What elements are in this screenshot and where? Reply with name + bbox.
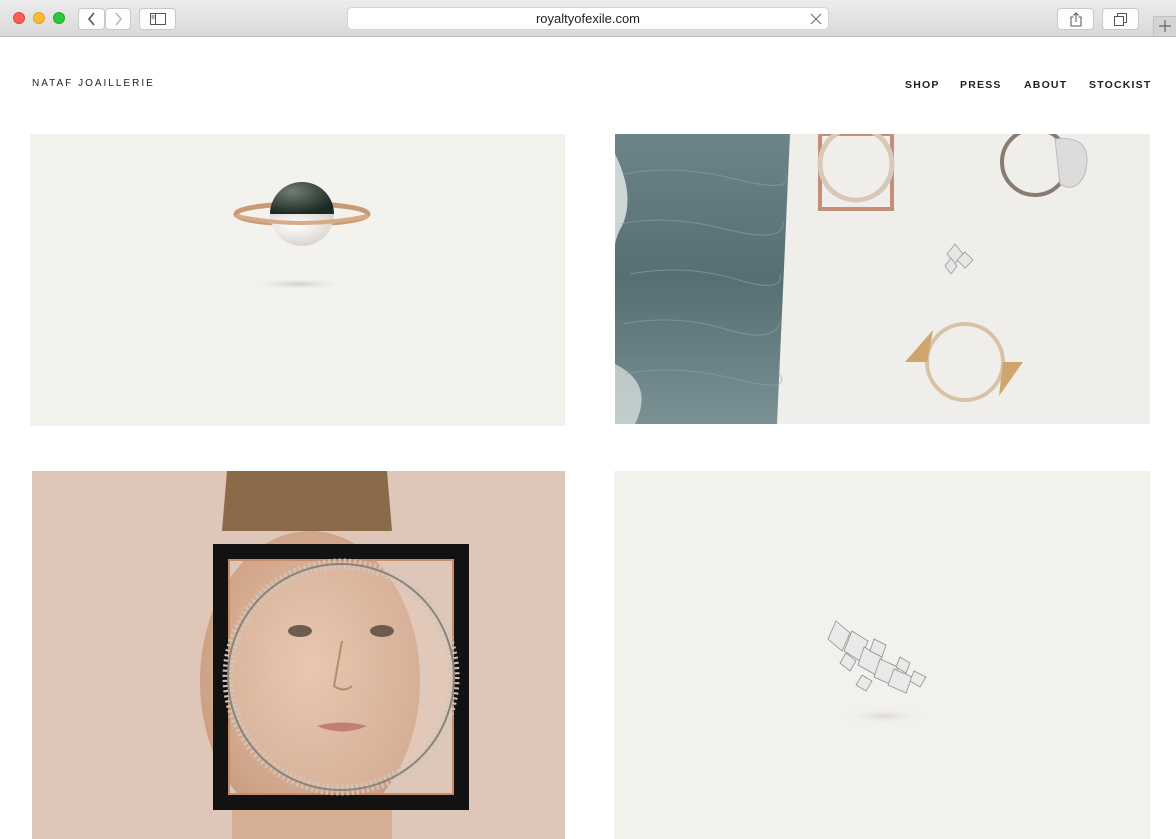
nav-shop[interactable]: SHOP bbox=[905, 79, 940, 91]
sidebar-button[interactable] bbox=[139, 8, 176, 30]
editorial-image-model-ring[interactable] bbox=[32, 471, 565, 839]
minimize-window-button[interactable] bbox=[33, 12, 45, 24]
product-image-diamond-cluster[interactable] bbox=[614, 471, 1150, 839]
forward-icon bbox=[115, 12, 123, 26]
new-tab-icon bbox=[1159, 20, 1171, 32]
new-tab-button[interactable] bbox=[1153, 16, 1176, 36]
back-button[interactable] bbox=[78, 8, 105, 30]
browser-toolbar: royaltyofexile.com bbox=[0, 0, 1176, 37]
url-text: royaltyofexile.com bbox=[535, 11, 641, 26]
show-tabs-button[interactable] bbox=[1102, 8, 1139, 30]
share-button[interactable] bbox=[1057, 8, 1094, 30]
editorial-image-sea-rings[interactable] bbox=[615, 134, 1150, 424]
share-icon bbox=[1070, 11, 1081, 26]
sidebar-icon bbox=[149, 13, 166, 25]
nav-about[interactable]: ABOUT bbox=[1024, 79, 1067, 91]
nav-press[interactable]: PRESS bbox=[960, 79, 1002, 91]
tabs-icon bbox=[1114, 12, 1127, 26]
back-icon bbox=[87, 12, 95, 26]
forward-button[interactable] bbox=[105, 8, 131, 30]
nav-stockist[interactable]: STOCKIST bbox=[1089, 79, 1152, 91]
clear-icon[interactable] bbox=[810, 13, 822, 25]
site-logo[interactable]: NATAF JOAILLERIE bbox=[32, 78, 155, 89]
product-image-pearl-ring[interactable] bbox=[30, 134, 565, 426]
close-window-button[interactable] bbox=[13, 12, 25, 24]
address-bar[interactable]: royaltyofexile.com bbox=[347, 7, 829, 30]
zoom-window-button[interactable] bbox=[53, 12, 65, 24]
